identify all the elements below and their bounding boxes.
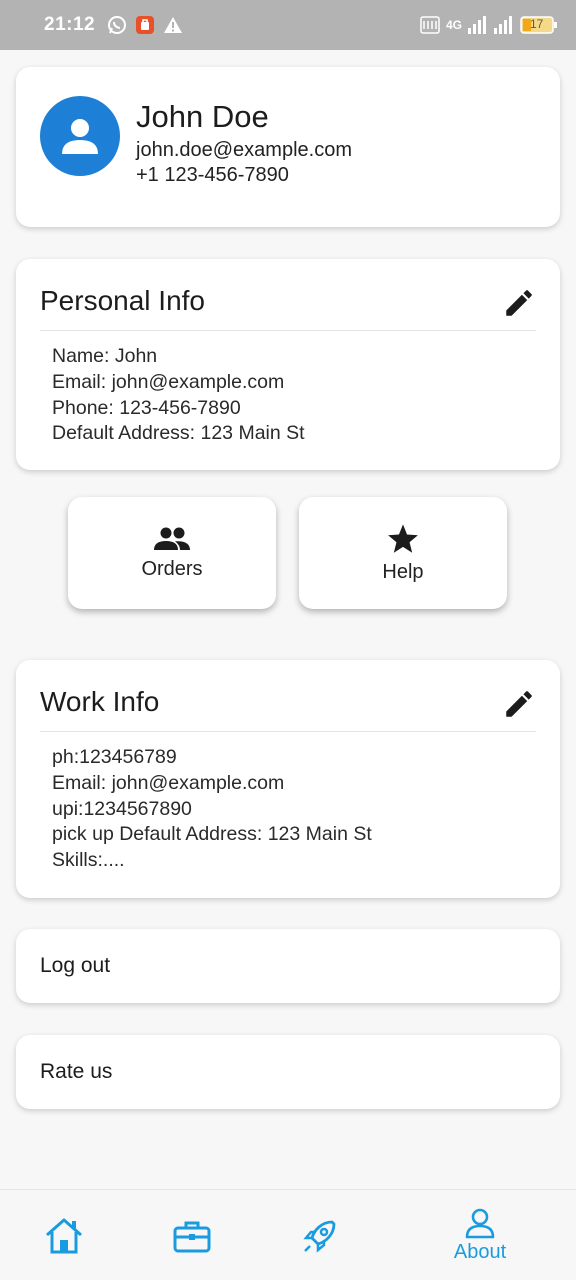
work-info-address: pick up Default Address: 123 Main St [52, 823, 372, 846]
logout-label: Log out [40, 954, 111, 977]
warning-icon [163, 15, 183, 35]
person-icon [58, 114, 102, 158]
personal-info-title: Personal Info [40, 285, 205, 316]
personal-info-name: Name: John [52, 345, 158, 367]
bottom-nav: About [0, 1189, 576, 1280]
whatsapp-icon [107, 15, 127, 35]
profile-card: John Doe john.doe@example.com +1 123-456… [16, 67, 560, 227]
personal-info-details: Name: John Email: john@example.com Phone… [52, 344, 305, 447]
battery-icon: 17 [520, 16, 558, 34]
work-info-skills: Skills:.... [52, 849, 125, 872]
status-bar: 21:12 4G 17 [0, 0, 576, 50]
work-info-details: ph:123456789 Email: john@example.com upi… [52, 745, 372, 874]
work-info-email: Email: john@example.com [52, 771, 285, 794]
rocket-icon [302, 1218, 338, 1254]
orders-button[interactable]: Orders [68, 497, 276, 609]
people-icon [153, 526, 191, 552]
battery-level: 17 [530, 17, 544, 31]
work-info-card: Work Info ph:123456789 Email: john@examp… [16, 660, 560, 898]
work-info-phone: ph:123456789 [52, 746, 177, 768]
nav-work[interactable] [162, 1190, 222, 1280]
orders-label: Orders [141, 557, 203, 580]
volte-icon [420, 15, 440, 35]
status-time: 21:12 [44, 14, 96, 35]
help-label: Help [382, 560, 424, 583]
personal-info-address: Default Address: 123 Main St [52, 422, 305, 445]
signal-icon [468, 16, 514, 34]
nav-home[interactable] [34, 1190, 94, 1280]
help-button[interactable]: Help [299, 497, 507, 609]
nav-about[interactable]: About [440, 1190, 520, 1280]
personal-info-card: Personal Info Name: John Email: john@exa… [16, 259, 560, 470]
nav-about-label: About [453, 1241, 507, 1263]
edit-work-info-icon[interactable] [502, 687, 536, 721]
profile-name: John Doe [136, 99, 269, 134]
personal-info-phone: Phone: 123-456-7890 [52, 396, 241, 419]
briefcase-icon [172, 1219, 212, 1253]
work-info-upi: upi:1234567890 [52, 797, 192, 820]
nav-rocket[interactable] [290, 1190, 350, 1280]
divider [40, 731, 536, 732]
user-icon [464, 1207, 496, 1239]
edit-personal-info-icon[interactable] [502, 286, 536, 320]
profile-phone: +1 123-456-7890 [136, 164, 289, 186]
home-icon [44, 1217, 84, 1255]
avatar [40, 96, 120, 176]
divider [40, 330, 536, 331]
network-type-label: 4G [445, 18, 462, 32]
profile-email: john.doe@example.com [136, 139, 352, 161]
logout-button[interactable]: Log out [16, 929, 560, 1003]
rate-us-label: Rate us [40, 1060, 113, 1083]
app-notification-icon [135, 15, 155, 35]
work-info-title: Work Info [40, 686, 160, 717]
rate-us-button[interactable]: Rate us [16, 1035, 560, 1109]
personal-info-email: Email: john@example.com [52, 370, 285, 393]
star-icon [386, 523, 420, 555]
